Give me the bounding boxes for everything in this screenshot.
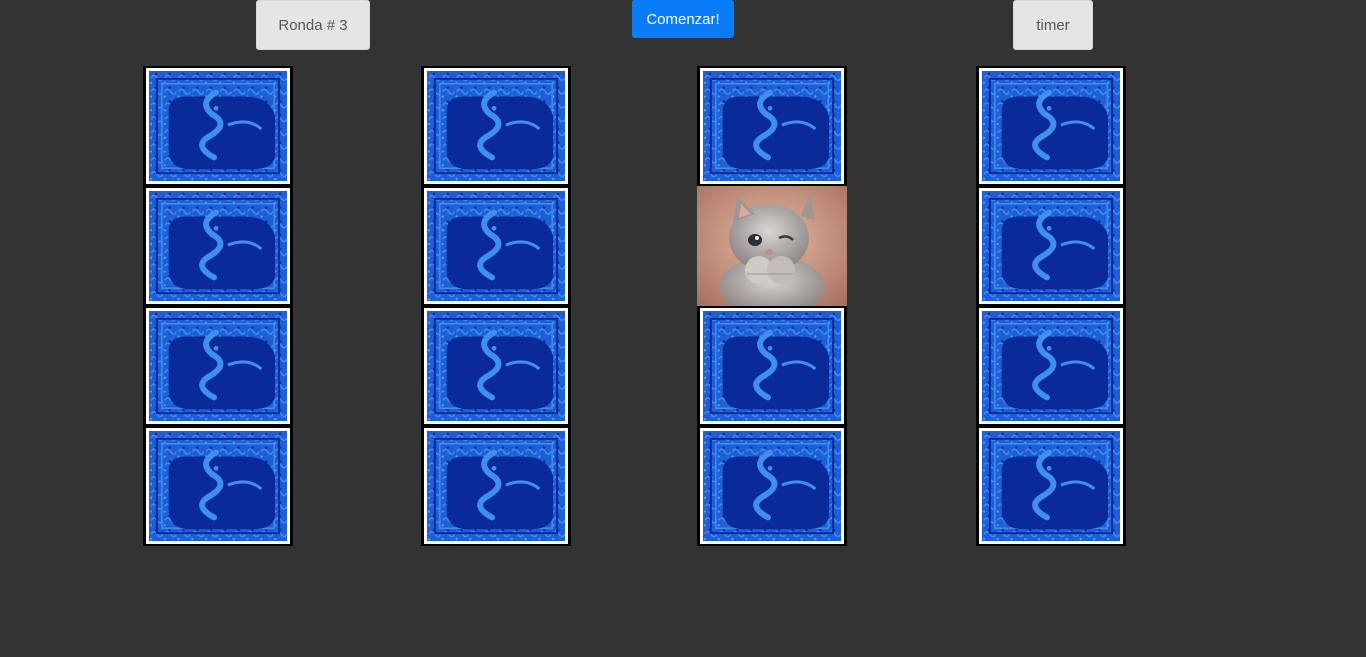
card-column: [421, 66, 571, 546]
card-face-down[interactable]: [976, 66, 1126, 186]
card-column: [976, 66, 1126, 546]
card-face-down[interactable]: [697, 66, 847, 186]
card-face-down[interactable]: [143, 426, 293, 546]
card-column: [697, 66, 847, 546]
card-back-cat-pattern-icon: [424, 68, 568, 184]
card-back-cat-pattern-icon: [700, 68, 844, 184]
card-back-cat-pattern-icon: [146, 308, 290, 424]
card-face-down[interactable]: [697, 306, 847, 426]
card-face-down[interactable]: [697, 426, 847, 546]
card-face-down[interactable]: [421, 426, 571, 546]
card-column: [143, 66, 293, 546]
card-back-cat-pattern-icon: [146, 68, 290, 184]
start-button[interactable]: Comenzar!: [632, 0, 734, 38]
card-back-cat-pattern-icon: [700, 308, 844, 424]
card-back-cat-pattern-icon: [979, 308, 1123, 424]
card-face-down[interactable]: [421, 186, 571, 306]
card-back-cat-pattern-icon: [979, 188, 1123, 304]
card-back-cat-pattern-icon: [700, 428, 844, 544]
card-face-down[interactable]: [143, 66, 293, 186]
card-back-cat-pattern-icon: [979, 68, 1123, 184]
kitten-photo-icon: [697, 186, 847, 306]
card-back-cat-pattern-icon: [424, 188, 568, 304]
card-face-down[interactable]: [143, 186, 293, 306]
card-back-cat-pattern-icon: [424, 308, 568, 424]
card-back-cat-pattern-icon: [146, 428, 290, 544]
card-face-down[interactable]: [976, 306, 1126, 426]
card-face-down[interactable]: [143, 306, 293, 426]
card-back-cat-pattern-icon: [979, 428, 1123, 544]
card-face-up[interactable]: [697, 186, 847, 306]
card-back-cat-pattern-icon: [424, 428, 568, 544]
card-back-cat-pattern-icon: [146, 188, 290, 304]
card-face-down[interactable]: [421, 306, 571, 426]
game-board-page: Ronda # 3 Comenzar! timer: [0, 0, 1366, 657]
card-face-down[interactable]: [976, 186, 1126, 306]
round-indicator-button[interactable]: Ronda # 3: [256, 0, 370, 50]
card-face-down[interactable]: [421, 66, 571, 186]
timer-button[interactable]: timer: [1013, 0, 1093, 50]
card-face-down[interactable]: [976, 426, 1126, 546]
